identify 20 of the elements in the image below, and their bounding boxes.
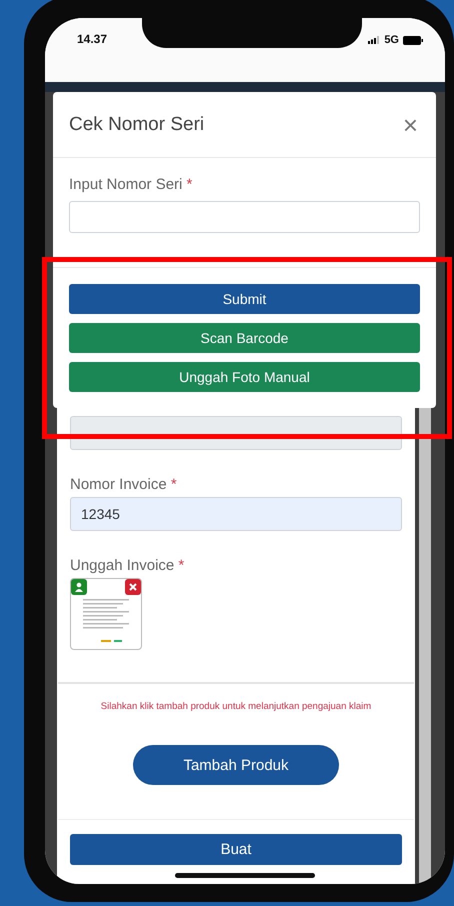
- signal-icon: [368, 36, 380, 44]
- create-button[interactable]: Buat: [70, 834, 402, 865]
- upload-icon[interactable]: [71, 579, 87, 595]
- submit-button[interactable]: Submit: [69, 284, 420, 314]
- add-product-button[interactable]: Tambah Produk: [133, 745, 339, 785]
- serial-number-input[interactable]: [69, 201, 420, 233]
- close-button[interactable]: ×: [400, 112, 420, 138]
- battery-icon: [403, 36, 423, 44]
- scan-barcode-button[interactable]: Scan Barcode: [69, 323, 420, 353]
- upload-photo-button[interactable]: Unggah Foto Manual: [69, 362, 420, 392]
- invoice-number-field[interactable]: 12345: [70, 497, 402, 531]
- notice-text: Silahkan klik tambah produk untuk melanjutkan pengajuan klaim: [100, 701, 372, 712]
- modal-title: Cek Nomor Seri: [69, 114, 204, 136]
- field-label: Nomor Invoice *: [70, 476, 178, 493]
- document-text-drawing: [83, 599, 129, 643]
- field-label: Input Nomor Seri *: [69, 176, 194, 193]
- status-time: 14.37: [77, 32, 108, 46]
- field-label: Unggah Invoice *: [70, 557, 186, 574]
- network-label: 5G: [384, 34, 399, 46]
- delete-icon[interactable]: [125, 579, 141, 595]
